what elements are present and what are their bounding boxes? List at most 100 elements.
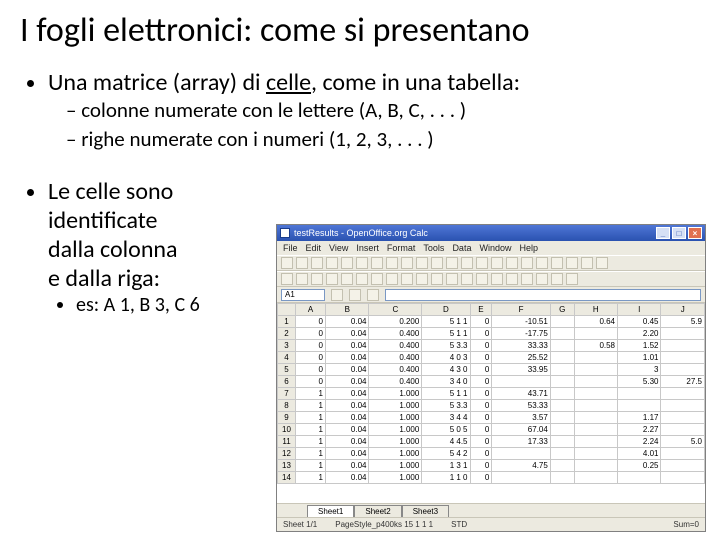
- cell-E4[interactable]: 0: [470, 352, 492, 364]
- cell-G11[interactable]: [550, 436, 574, 448]
- cell-C4[interactable]: 0.400: [369, 352, 422, 364]
- cell-C1[interactable]: 0.200: [369, 316, 422, 328]
- cell-C9[interactable]: 1.000: [369, 412, 422, 424]
- toolbar-button[interactable]: [356, 257, 368, 269]
- cell-J3[interactable]: [661, 340, 705, 352]
- cell-D4[interactable]: 4 0 3: [422, 352, 470, 364]
- toolbar-button[interactable]: [296, 273, 308, 285]
- menu-format[interactable]: Format: [387, 243, 416, 253]
- cell-B9[interactable]: 0.04: [326, 412, 369, 424]
- cell-E2[interactable]: 0: [470, 328, 492, 340]
- cell-G3[interactable]: [550, 340, 574, 352]
- cell-A13[interactable]: 1: [296, 460, 326, 472]
- cell-E7[interactable]: 0: [470, 388, 492, 400]
- row-header-5[interactable]: 5: [278, 364, 296, 376]
- cell-B13[interactable]: 0.04: [326, 460, 369, 472]
- cell-A4[interactable]: 0: [296, 352, 326, 364]
- row-header-7[interactable]: 7: [278, 388, 296, 400]
- cell-D6[interactable]: 3 4 0: [422, 376, 470, 388]
- cell-I8[interactable]: [618, 400, 661, 412]
- toolbar-button[interactable]: [296, 257, 308, 269]
- cell-C8[interactable]: 1.000: [369, 400, 422, 412]
- cell-G4[interactable]: [550, 352, 574, 364]
- col-header-C[interactable]: C: [369, 304, 422, 316]
- toolbar-button[interactable]: [551, 273, 563, 285]
- cell-A12[interactable]: 1: [296, 448, 326, 460]
- toolbar-button[interactable]: [491, 257, 503, 269]
- sum-button[interactable]: [349, 289, 361, 301]
- cell-J5[interactable]: [661, 364, 705, 376]
- cell-E1[interactable]: 0: [470, 316, 492, 328]
- cell-I11[interactable]: 2.24: [618, 436, 661, 448]
- toolbar-button[interactable]: [536, 257, 548, 269]
- toolbar-button[interactable]: [371, 273, 383, 285]
- toolbar-button[interactable]: [596, 257, 608, 269]
- cell-G7[interactable]: [550, 388, 574, 400]
- toolbar-button[interactable]: [386, 257, 398, 269]
- toolbar-button[interactable]: [311, 257, 323, 269]
- toolbar-button[interactable]: [401, 273, 413, 285]
- cell-H3[interactable]: 0.58: [574, 340, 617, 352]
- cell-I6[interactable]: 5.30: [618, 376, 661, 388]
- cell-E10[interactable]: 0: [470, 424, 492, 436]
- cell-A3[interactable]: 0: [296, 340, 326, 352]
- cell-E6[interactable]: 0: [470, 376, 492, 388]
- col-header-I[interactable]: I: [618, 304, 661, 316]
- cell-F13[interactable]: 4.75: [492, 460, 550, 472]
- cell-H9[interactable]: [574, 412, 617, 424]
- cell-I5[interactable]: 3: [618, 364, 661, 376]
- col-header-E[interactable]: E: [470, 304, 492, 316]
- cell-H7[interactable]: [574, 388, 617, 400]
- col-header-A[interactable]: A: [296, 304, 326, 316]
- cell-H2[interactable]: [574, 328, 617, 340]
- cell-J4[interactable]: [661, 352, 705, 364]
- cell-B8[interactable]: 0.04: [326, 400, 369, 412]
- cell-A9[interactable]: 1: [296, 412, 326, 424]
- cell-F2[interactable]: -17.75: [492, 328, 550, 340]
- cell-B5[interactable]: 0.04: [326, 364, 369, 376]
- cell-H1[interactable]: 0.64: [574, 316, 617, 328]
- cell-H8[interactable]: [574, 400, 617, 412]
- cell-E8[interactable]: 0: [470, 400, 492, 412]
- row-header-1[interactable]: 1: [278, 316, 296, 328]
- cell-H11[interactable]: [574, 436, 617, 448]
- row-header-10[interactable]: 10: [278, 424, 296, 436]
- cell-A7[interactable]: 1: [296, 388, 326, 400]
- cell-F3[interactable]: 33.33: [492, 340, 550, 352]
- toolbar-button[interactable]: [551, 257, 563, 269]
- row-header-8[interactable]: 8: [278, 400, 296, 412]
- cell-H12[interactable]: [574, 448, 617, 460]
- cell-D12[interactable]: 5 4 2: [422, 448, 470, 460]
- toolbar-button[interactable]: [476, 273, 488, 285]
- cell-H14[interactable]: [574, 472, 617, 484]
- col-header-F[interactable]: F: [492, 304, 550, 316]
- cell-E3[interactable]: 0: [470, 340, 492, 352]
- row-header-2[interactable]: 2: [278, 328, 296, 340]
- cell-E14[interactable]: 0: [470, 472, 492, 484]
- toolbar-button[interactable]: [521, 273, 533, 285]
- cell-F8[interactable]: 53.33: [492, 400, 550, 412]
- sheet-tab-3[interactable]: Sheet3: [402, 505, 449, 517]
- row-header-14[interactable]: 14: [278, 472, 296, 484]
- cell-G13[interactable]: [550, 460, 574, 472]
- cell-G8[interactable]: [550, 400, 574, 412]
- toolbar-button[interactable]: [401, 257, 413, 269]
- row-header-13[interactable]: 13: [278, 460, 296, 472]
- toolbar-button[interactable]: [311, 273, 323, 285]
- toolbar-button[interactable]: [431, 257, 443, 269]
- toolbar-button[interactable]: [416, 257, 428, 269]
- cell-I1[interactable]: 0.45: [618, 316, 661, 328]
- cell-H10[interactable]: [574, 424, 617, 436]
- cell-G9[interactable]: [550, 412, 574, 424]
- cell-J13[interactable]: [661, 460, 705, 472]
- cell-I2[interactable]: 2.20: [618, 328, 661, 340]
- menu-help[interactable]: Help: [519, 243, 538, 253]
- cell-A5[interactable]: 0: [296, 364, 326, 376]
- toolbar-button[interactable]: [341, 257, 353, 269]
- grid-area[interactable]: ABCDEFGHIJ100.040.2005 1 10-10.510.640.4…: [277, 303, 705, 503]
- sheet-tab-1[interactable]: Sheet1: [307, 505, 354, 517]
- cell-A6[interactable]: 0: [296, 376, 326, 388]
- function-wizard-button[interactable]: [331, 289, 343, 301]
- menu-data[interactable]: Data: [452, 243, 471, 253]
- cell-D11[interactable]: 4 4.5: [422, 436, 470, 448]
